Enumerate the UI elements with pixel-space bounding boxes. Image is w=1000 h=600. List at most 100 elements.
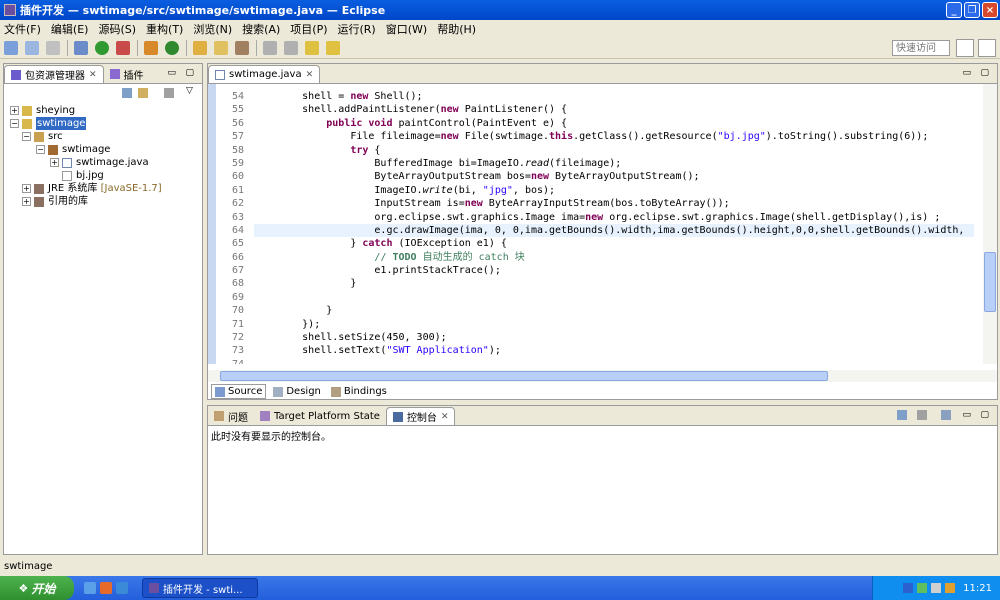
quick-access-input[interactable] xyxy=(892,40,950,56)
collapse-icon[interactable]: − xyxy=(36,145,45,154)
minimize-button[interactable]: _ xyxy=(946,2,962,18)
link-editor-icon[interactable] xyxy=(138,88,148,98)
taskbar-eclipse-button[interactable]: 插件开发 - swti... xyxy=(142,578,258,598)
save-all-icon[interactable] xyxy=(46,40,60,55)
tab-swtimage-java[interactable]: swtimage.java ✕ xyxy=(208,65,321,83)
code-area[interactable]: 54 55 56 57 58 59 60 61 62 63 64 65 66 67 68 69 70 71 72 73… xyxy=(208,84,997,364)
menu-run[interactable]: 运行(R) xyxy=(338,21,376,37)
open-console-icon[interactable] xyxy=(941,410,951,420)
close-icon[interactable]: ✕ xyxy=(89,70,97,80)
forward-icon[interactable] xyxy=(326,40,340,55)
collapse-all-icon[interactable] xyxy=(122,88,132,98)
run-icon[interactable] xyxy=(95,40,109,55)
start-button[interactable]: ❖ 开始 xyxy=(0,576,74,600)
pin-console-icon[interactable] xyxy=(917,410,927,420)
language-icon[interactable] xyxy=(903,583,914,593)
tab-design[interactable]: Design xyxy=(270,384,324,399)
collapse-icon[interactable]: − xyxy=(22,132,31,141)
debug-icon[interactable] xyxy=(74,40,88,55)
back-icon[interactable] xyxy=(305,40,319,55)
collapse-icon[interactable]: − xyxy=(10,119,19,128)
previous-annotation-icon[interactable] xyxy=(284,40,298,55)
editor-panel: swtimage.java ✕ ▭ ▢ 54 55 56 57 58 59 60 61 62 63… xyxy=(207,63,998,400)
tab-source[interactable]: Source xyxy=(211,384,267,399)
tree-item-java-file[interactable]: + swtimage.java xyxy=(10,156,202,169)
view-menu-icon[interactable]: ▽ xyxy=(186,86,193,96)
horizontal-scroll-thumb[interactable] xyxy=(220,371,828,381)
tab-package-explorer[interactable]: 包资源管理器 ✕ xyxy=(4,65,104,83)
clock: 11:21 xyxy=(963,582,992,594)
tree-item-package[interactable]: − swtimage xyxy=(10,143,202,156)
new-class-icon[interactable] xyxy=(144,40,158,55)
editor-vertical-scrollbar[interactable] xyxy=(983,84,997,364)
status-bar: swtimage xyxy=(0,558,1000,576)
maximize-view-icon[interactable]: ▢ xyxy=(185,68,194,78)
project-icon xyxy=(22,118,32,129)
security-icon[interactable] xyxy=(945,583,956,593)
close-icon[interactable]: ✕ xyxy=(306,70,314,80)
menu-source[interactable]: 源码(S) xyxy=(98,21,136,37)
target-icon xyxy=(260,411,270,421)
search-tool-icon[interactable] xyxy=(235,40,249,55)
open-perspective-icon[interactable] xyxy=(956,39,974,57)
menu-edit[interactable]: 编辑(E) xyxy=(51,21,89,37)
java-perspective-icon[interactable] xyxy=(978,39,996,57)
editor-bottom-tabs: Source Design Bindings xyxy=(211,384,390,399)
menu-project[interactable]: 项目(P) xyxy=(290,21,327,37)
perspective-switcher xyxy=(956,39,996,57)
source-folder-icon xyxy=(34,131,44,142)
minimize-view-icon[interactable]: ▭ xyxy=(962,410,971,420)
library-icon xyxy=(34,196,44,207)
menu-navigate[interactable]: 浏览(N) xyxy=(193,21,232,37)
annotation-icon[interactable] xyxy=(263,40,277,55)
tab-plugins[interactable]: 插件 xyxy=(104,65,150,83)
new-icon[interactable] xyxy=(4,40,18,55)
quicklaunch-ie-icon[interactable] xyxy=(84,582,96,594)
tab-problems[interactable]: 问题 xyxy=(208,407,254,425)
system-tray: 11:21 xyxy=(872,576,1000,600)
open-type-icon[interactable] xyxy=(193,40,207,55)
editor-horizontal-scrollbar[interactable] xyxy=(208,370,997,382)
status-text: swtimage xyxy=(4,561,53,572)
project-tree: + sheying − swtimage − src − swtimage + swtim… xyxy=(4,102,202,208)
tab-bindings[interactable]: Bindings xyxy=(328,384,390,399)
maximize-view-icon[interactable]: ▢ xyxy=(980,410,989,420)
tree-item-src[interactable]: − src xyxy=(10,130,202,143)
vertical-scroll-thumb[interactable] xyxy=(984,252,996,312)
close-button[interactable]: × xyxy=(982,2,998,18)
menu-refactor[interactable]: 重构(T) xyxy=(146,21,183,37)
minimize-view-icon[interactable]: ▭ xyxy=(167,68,176,78)
open-folder-icon[interactable] xyxy=(214,40,228,55)
library-icon xyxy=(34,183,44,194)
tree-item-sheying[interactable]: + sheying xyxy=(10,104,202,117)
menu-search[interactable]: 搜索(A) xyxy=(242,21,280,37)
tree-item-jre[interactable]: + JRE 系统库 [JavaSE-1.7] xyxy=(10,182,202,195)
menu-window[interactable]: 窗口(W) xyxy=(386,21,427,37)
maximize-button[interactable]: ❐ xyxy=(964,2,980,18)
tree-item-jpg-file[interactable]: bj.jpg xyxy=(10,169,202,182)
tab-target-platform-state[interactable]: Target Platform State xyxy=(254,407,386,425)
eclipse-icon xyxy=(4,4,16,16)
menu-file[interactable]: 文件(F) xyxy=(4,21,41,37)
volume-icon[interactable] xyxy=(931,583,942,593)
tree-item-referenced-libraries[interactable]: + 引用的库 xyxy=(10,195,202,208)
maximize-view-icon[interactable]: ▢ xyxy=(980,68,989,78)
menu-help[interactable]: 帮助(H) xyxy=(437,21,476,37)
quicklaunch-desktop-icon[interactable] xyxy=(116,582,128,594)
expand-icon[interactable]: + xyxy=(22,197,31,206)
network-icon[interactable] xyxy=(917,583,928,593)
external-tools-icon[interactable] xyxy=(116,40,130,55)
console-icon xyxy=(392,411,403,422)
save-icon[interactable] xyxy=(25,40,39,55)
new-java-icon[interactable] xyxy=(165,40,179,55)
display-console-icon[interactable] xyxy=(897,410,907,420)
quicklaunch-app-icon[interactable] xyxy=(100,582,112,594)
expand-icon[interactable]: + xyxy=(22,184,31,193)
minimize-view-icon[interactable]: ▭ xyxy=(962,68,971,78)
tab-console[interactable]: 控制台 ✕ xyxy=(385,407,456,425)
tree-item-swtimage[interactable]: − swtimage xyxy=(10,117,202,130)
close-icon[interactable]: ✕ xyxy=(441,412,449,422)
focus-icon[interactable] xyxy=(164,88,174,98)
expand-icon[interactable]: + xyxy=(50,158,59,167)
expand-icon[interactable]: + xyxy=(10,106,19,115)
